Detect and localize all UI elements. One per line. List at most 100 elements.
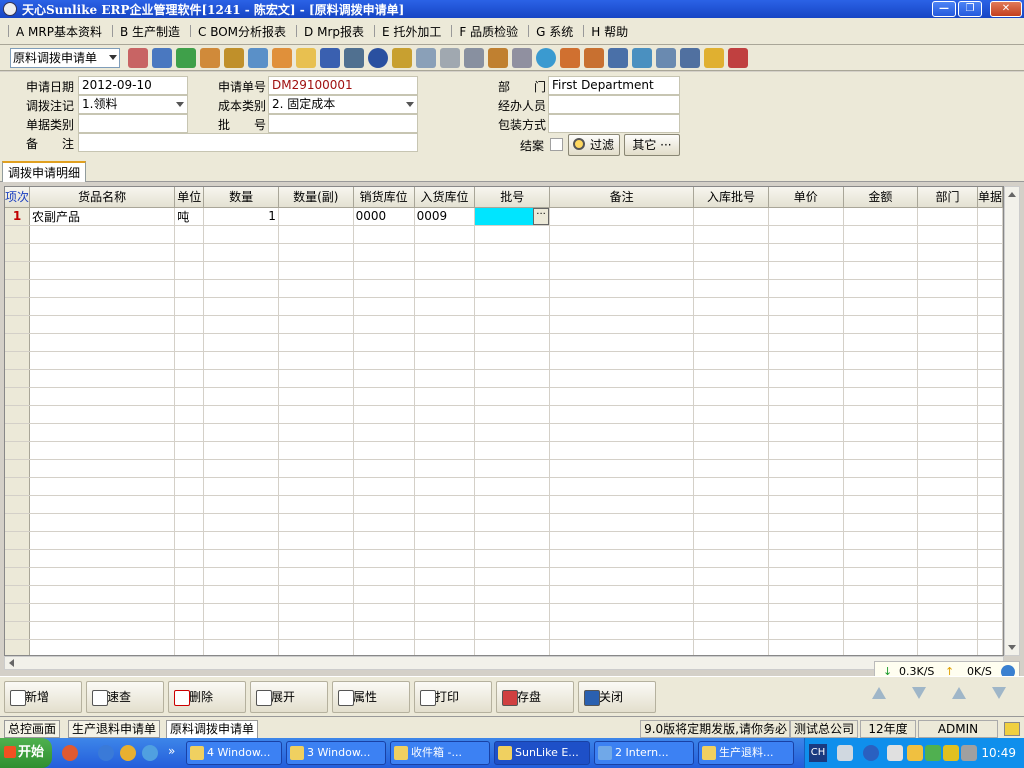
empty-cell[interactable]: [977, 639, 1003, 655]
empty-cell[interactable]: [917, 225, 978, 244]
empty-cell[interactable]: [278, 495, 354, 514]
cell-remark[interactable]: [549, 207, 695, 226]
cell-qty[interactable]: 1: [203, 207, 279, 226]
empty-cell[interactable]: [843, 387, 919, 406]
empty-cell[interactable]: [549, 423, 695, 442]
app-icon[interactable]: [3, 2, 17, 16]
empty-cell[interactable]: [278, 315, 354, 334]
col-header-doc[interactable]: 单据: [977, 187, 1003, 208]
empty-cell[interactable]: [977, 477, 1003, 496]
empty-cell[interactable]: [203, 495, 279, 514]
menu-quality[interactable]: F 品质检验: [447, 23, 524, 40]
empty-cell[interactable]: [693, 639, 769, 655]
empty-cell[interactable]: [278, 261, 354, 280]
close-form-button[interactable]: 关闭: [578, 681, 656, 713]
table-row[interactable]: [5, 225, 1003, 244]
empty-cell[interactable]: [174, 513, 205, 532]
empty-cell[interactable]: [203, 405, 279, 424]
empty-cell[interactable]: [917, 585, 978, 604]
task-window-group-3[interactable]: 3 Window...: [286, 741, 386, 765]
menu-mrp-basic[interactable]: A MRP基本资料: [4, 23, 108, 40]
col-header-amount[interactable]: 金额: [843, 187, 919, 208]
doc-type-select[interactable]: 原料调拨申请单: [10, 48, 120, 68]
table-row[interactable]: [5, 495, 1003, 514]
empty-cell[interactable]: [977, 567, 1003, 586]
empty-cell[interactable]: [977, 549, 1003, 568]
empty-cell[interactable]: [353, 585, 415, 604]
empty-cell[interactable]: [353, 243, 415, 262]
copy-icon[interactable]: [512, 48, 532, 68]
table-row[interactable]: [5, 585, 1003, 604]
empty-cell[interactable]: [203, 513, 279, 532]
tray-clock-icon[interactable]: [907, 745, 923, 761]
handler-field[interactable]: [548, 95, 680, 114]
empty-cell[interactable]: [549, 495, 695, 514]
cell-in-loc[interactable]: 0009: [414, 207, 476, 226]
col-header-qty2[interactable]: 数量(副): [278, 187, 354, 208]
empty-cell[interactable]: [278, 369, 354, 388]
empty-cell[interactable]: [549, 261, 695, 280]
empty-cell[interactable]: [29, 567, 176, 586]
empty-cell[interactable]: [768, 531, 844, 550]
table-row[interactable]: [5, 315, 1003, 334]
empty-cell[interactable]: [693, 513, 769, 532]
table-row[interactable]: [5, 477, 1003, 496]
empty-cell[interactable]: [353, 333, 415, 352]
empty-cell[interactable]: [353, 405, 415, 424]
table-row[interactable]: [5, 405, 1003, 424]
empty-cell[interactable]: [174, 603, 205, 622]
empty-cell[interactable]: [474, 567, 551, 586]
tree-icon[interactable]: [128, 48, 148, 68]
empty-cell[interactable]: [203, 441, 279, 460]
table-row[interactable]: [5, 531, 1003, 550]
empty-cell[interactable]: [977, 225, 1003, 244]
empty-cell[interactable]: [693, 567, 769, 586]
empty-cell[interactable]: [693, 387, 769, 406]
empty-cell[interactable]: [174, 243, 205, 262]
empty-cell[interactable]: [768, 567, 844, 586]
empty-cell[interactable]: [414, 225, 476, 244]
volume-icon[interactable]: [961, 745, 977, 761]
empty-cell[interactable]: [174, 225, 205, 244]
task-sunlike[interactable]: SunLike E...: [494, 741, 590, 765]
col-header-dept[interactable]: 部门: [917, 187, 978, 208]
empty-cell[interactable]: [917, 477, 978, 496]
task-window-group-4[interactable]: 4 Window...: [186, 741, 282, 765]
users-icon[interactable]: [272, 48, 292, 68]
empty-cell[interactable]: [29, 531, 176, 550]
empty-cell[interactable]: [353, 261, 415, 280]
empty-cell[interactable]: [693, 477, 769, 496]
empty-cell[interactable]: [693, 459, 769, 478]
apply-date-field[interactable]: 2012-09-10: [78, 76, 188, 95]
empty-cell[interactable]: [414, 243, 476, 262]
nav-last-icon[interactable]: [992, 687, 1006, 699]
empty-cell[interactable]: [977, 405, 1003, 424]
keyboard-icon[interactable]: [837, 745, 853, 761]
help-icon[interactable]: [863, 745, 879, 761]
empty-cell[interactable]: [843, 477, 919, 496]
empty-cell[interactable]: [474, 405, 551, 424]
empty-cell[interactable]: [917, 531, 978, 550]
empty-cell[interactable]: [203, 369, 279, 388]
empty-cell[interactable]: [768, 315, 844, 334]
empty-cell[interactable]: [549, 621, 695, 640]
empty-cell[interactable]: [29, 261, 176, 280]
empty-cell[interactable]: [29, 297, 176, 316]
empty-cell[interactable]: [768, 495, 844, 514]
empty-cell[interactable]: [843, 441, 919, 460]
empty-cell[interactable]: [768, 369, 844, 388]
empty-cell[interactable]: [414, 639, 476, 655]
empty-cell[interactable]: [917, 639, 978, 655]
empty-cell[interactable]: [174, 477, 205, 496]
cell-price[interactable]: [768, 207, 844, 226]
empty-cell[interactable]: [414, 567, 476, 586]
empty-cell[interactable]: [474, 549, 551, 568]
empty-cell[interactable]: [174, 585, 205, 604]
empty-cell[interactable]: [278, 351, 354, 370]
empty-cell[interactable]: [174, 261, 205, 280]
empty-cell[interactable]: [917, 459, 978, 478]
cell-amount[interactable]: [843, 207, 919, 226]
empty-cell[interactable]: [474, 441, 551, 460]
empty-cell[interactable]: [549, 279, 695, 298]
calculator-icon[interactable]: [464, 48, 484, 68]
